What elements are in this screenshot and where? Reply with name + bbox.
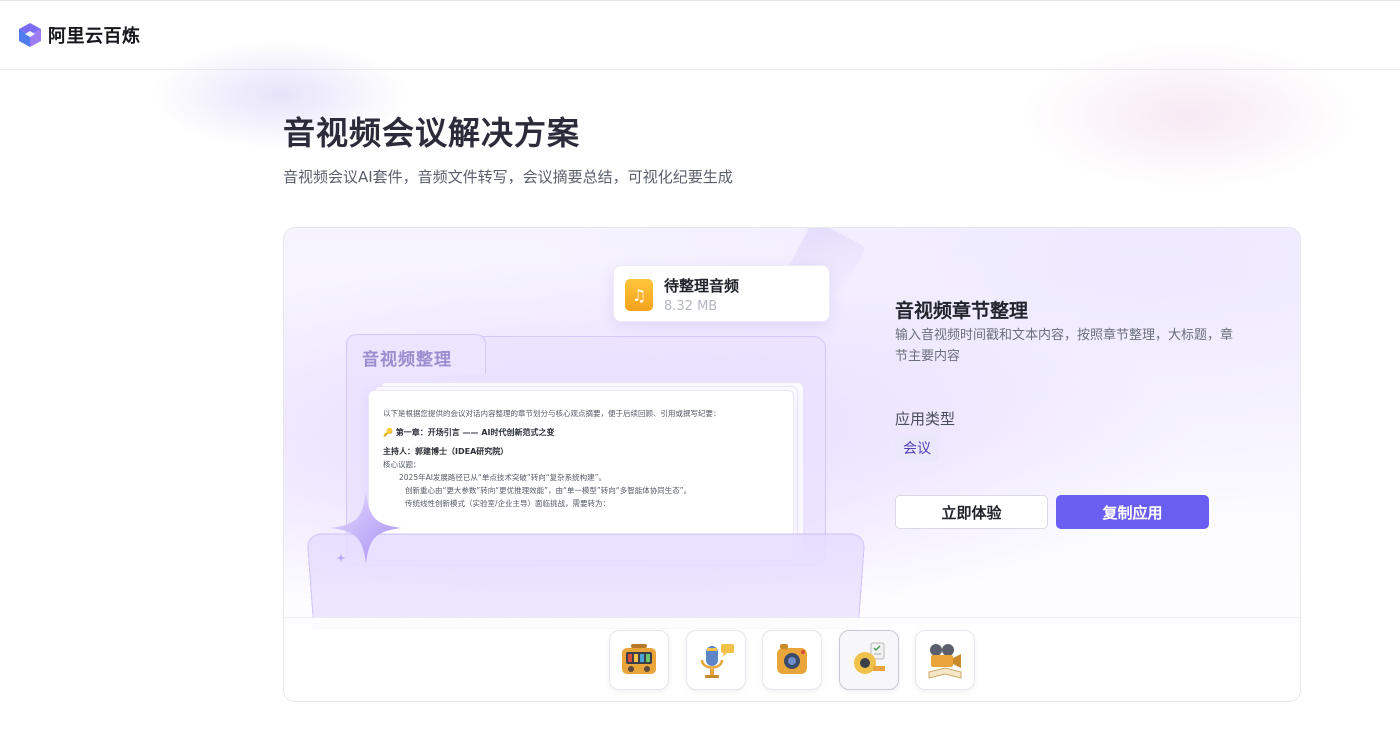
page-title: 音视频会议解决方案	[283, 114, 581, 152]
doc-line: 主持人：郭建博士（IDEA研究院）	[383, 447, 509, 456]
speaker-camera-icon	[777, 644, 807, 674]
page-subtitle: 音视频会议AI套件，音频文件转写，会议摘要总结，可视化纪要生成	[283, 168, 733, 186]
thumbnail-strip	[284, 617, 1300, 701]
thumbnail-microphone[interactable]	[686, 630, 746, 690]
file-size: 8.32 MB	[664, 299, 718, 314]
thumbnail-film-camera[interactable]	[915, 630, 975, 690]
copy-app-button[interactable]: 复制应用	[1056, 495, 1209, 529]
thumbnail-speaker[interactable]	[762, 630, 822, 690]
app-type-label: 应用类型	[895, 410, 956, 428]
doc-line: 以下是根据您提供的会议对话内容整理的章节划分与核心观点摘要，便于后续回顾、引用或…	[383, 409, 721, 418]
doc-line: 核心议题：	[383, 460, 421, 469]
doc-line: 创新重心由“更大参数”转向“更优推理效能”，由“单一模型”转向“多智能体协同生态…	[405, 486, 692, 495]
doc-line: 2025年AI发展路径已从“单点技术突破”转向“复杂系统构建”。	[399, 473, 606, 482]
tape-measure-checklist-icon	[854, 642, 885, 674]
app-description: 输入音视频时间戳和文本内容，按照章节整理，大标题，章节主要内容	[895, 328, 1234, 364]
microphone-chat-icon	[700, 644, 734, 678]
thumbnail-radio[interactable]	[609, 630, 669, 690]
app-title: 音视频章节整理	[895, 300, 1029, 322]
brand-name[interactable]: 阿里云百炼	[48, 22, 141, 48]
doc-line: 🔑 第一章：开场引言 —— AI时代创新范式之变	[383, 428, 555, 437]
retro-radio-icon	[622, 644, 656, 674]
audio-file-chip: ♫ 待整理音频 8.32 MB	[613, 265, 830, 322]
folder-label: 音视频整理	[362, 350, 452, 370]
music-note-icon: ♫	[625, 279, 653, 311]
background-glow-right	[1020, 40, 1360, 190]
doc-line: 传统线性创新模式（实验室/企业主导）面临挑战，需要转为：	[405, 499, 611, 508]
small-sparkle-icon	[336, 553, 346, 563]
app-type-tag: 会议	[895, 435, 939, 461]
solution-card: 音视频整理 以下是根据您提供的会议对话内容整理的章节划分与核心观点摘要，便于后续…	[283, 227, 1301, 702]
thumbnail-tape-measure[interactable]	[839, 630, 899, 690]
film-camera-book-icon	[928, 644, 962, 679]
file-name: 待整理音频	[664, 277, 740, 295]
try-now-button[interactable]: 立即体验	[895, 495, 1048, 529]
bailian-logo-icon[interactable]	[18, 22, 42, 48]
